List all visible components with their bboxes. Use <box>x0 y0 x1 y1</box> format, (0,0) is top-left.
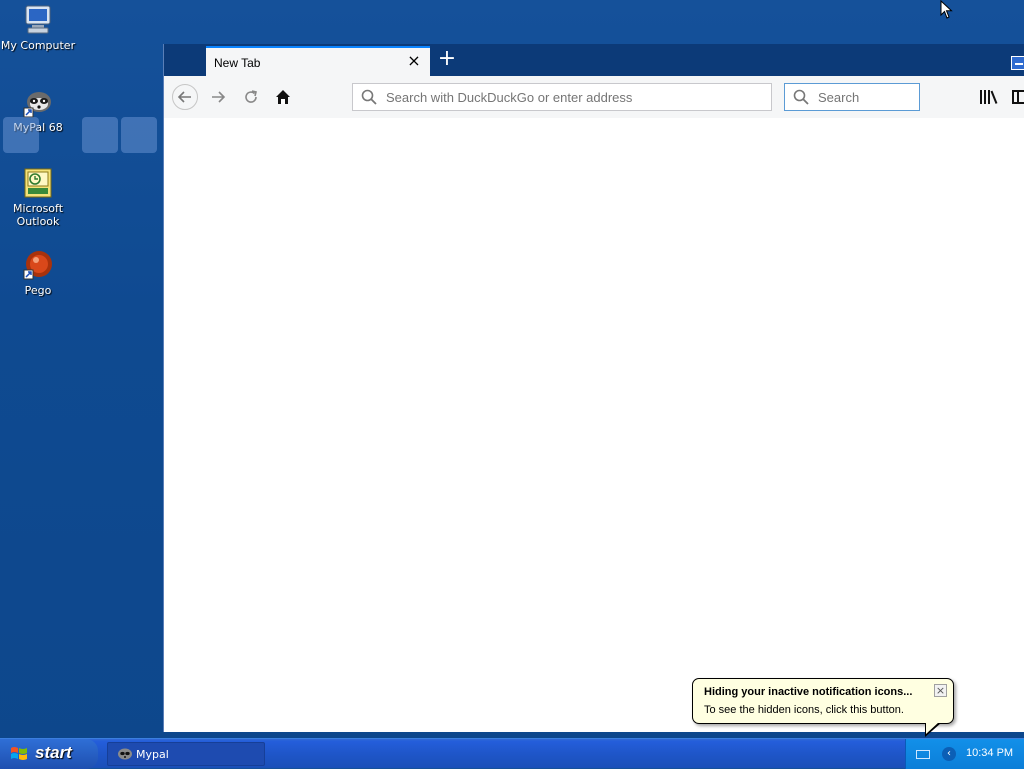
sidebar-icon[interactable] <box>1012 90 1024 104</box>
clock[interactable]: 10:34 PM <box>966 747 1013 759</box>
ghost-icon-placeholder <box>121 117 157 153</box>
start-label: start <box>35 743 72 762</box>
outlook-icon <box>22 167 54 199</box>
desktop-icon-label: Pego <box>24 284 52 297</box>
arrow-left-icon <box>177 91 191 103</box>
my-computer-icon <box>22 4 54 36</box>
back-button[interactable] <box>172 84 198 110</box>
balloon-text: To see the hidden icons, click this butt… <box>704 704 904 716</box>
arrow-right-icon <box>212 91 226 103</box>
desktop-icon-label: Microsoft Outlook <box>12 202 64 228</box>
raccoon-icon <box>22 86 54 118</box>
page-content[interactable] <box>164 118 1024 732</box>
navigation-toolbar <box>164 76 1024 119</box>
show-hidden-icons-button[interactable]: ‹ <box>942 747 956 761</box>
taskbar: start Mypal ‹ 10:34 PM <box>0 738 1024 769</box>
tab-new-tab[interactable]: New Tab × <box>206 46 430 76</box>
tab-strip: New Tab × + <box>164 44 1024 76</box>
taskbar-button-label: Mypal <box>136 748 169 761</box>
ghost-icon-placeholder <box>82 117 118 153</box>
taskbar-button-mypal[interactable]: Mypal <box>107 742 265 766</box>
system-tray: ‹ 10:34 PM <box>905 739 1024 769</box>
close-icon[interactable]: × <box>406 53 422 69</box>
notification-balloon[interactable]: Hiding your inactive notification icons.… <box>692 678 954 724</box>
balloon-title: Hiding your inactive notification icons.… <box>704 686 913 698</box>
search-icon <box>793 89 809 105</box>
raccoon-icon <box>118 748 132 760</box>
close-icon[interactable]: × <box>934 684 947 697</box>
desktop-icon-my-computer[interactable]: My Computer <box>0 4 76 52</box>
ghost-icon-placeholder <box>3 117 39 153</box>
home-icon <box>276 90 290 104</box>
minimize-button[interactable] <box>1011 56 1024 70</box>
keyboard-icon[interactable] <box>916 750 930 759</box>
library-icon[interactable] <box>979 89 999 105</box>
desktop-icon-outlook[interactable]: Microsoft Outlook <box>0 167 76 228</box>
forward-button[interactable] <box>205 84 231 110</box>
search-icon <box>361 89 377 105</box>
browser-window: New Tab × + <box>163 44 1024 732</box>
reload-icon <box>245 90 257 103</box>
address-bar[interactable] <box>352 83 772 111</box>
desktop-icon-label: My Computer <box>0 39 76 52</box>
balloon-tail-fill <box>926 722 939 734</box>
address-input[interactable] <box>384 89 768 106</box>
pego-icon <box>22 249 54 281</box>
desktop-icon-pego[interactable]: Pego <box>0 249 76 297</box>
new-tab-button[interactable]: + <box>436 47 458 71</box>
search-input[interactable] <box>816 89 916 106</box>
tab-title: New Tab <box>214 56 261 70</box>
home-button[interactable] <box>270 84 296 110</box>
windows-flag-icon <box>11 747 27 760</box>
search-bar[interactable] <box>784 83 920 111</box>
start-button[interactable]: start <box>0 739 98 769</box>
mouse-pointer-icon <box>940 0 954 20</box>
reload-button[interactable] <box>238 84 264 110</box>
